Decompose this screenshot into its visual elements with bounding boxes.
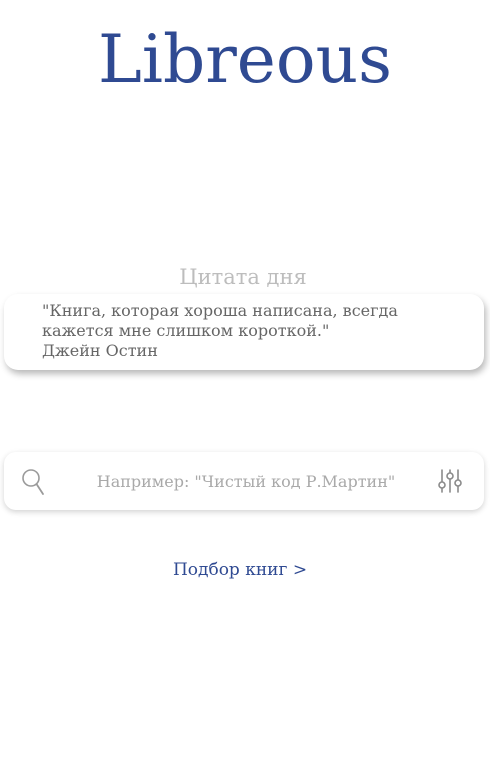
- search-bar[interactable]: [4, 452, 484, 510]
- quote-author: Джейн Остин: [42, 341, 158, 360]
- book-selection-link[interactable]: Подбор книг >: [0, 558, 480, 582]
- sliders-icon[interactable]: [438, 468, 462, 494]
- quote-text-line-2: кажется мне слишком короткой.": [42, 321, 330, 340]
- quote-text-line-1: "Книга, которая хороша написана, всегда: [42, 301, 398, 320]
- app-logo: Libreous: [98, 21, 392, 98]
- search-icon[interactable]: [21, 468, 45, 496]
- search-input[interactable]: [76, 466, 416, 496]
- quote-of-the-day-title: Цитата дня: [179, 265, 307, 289]
- quote-card: "Книга, которая хороша написана, всегда …: [4, 294, 484, 370]
